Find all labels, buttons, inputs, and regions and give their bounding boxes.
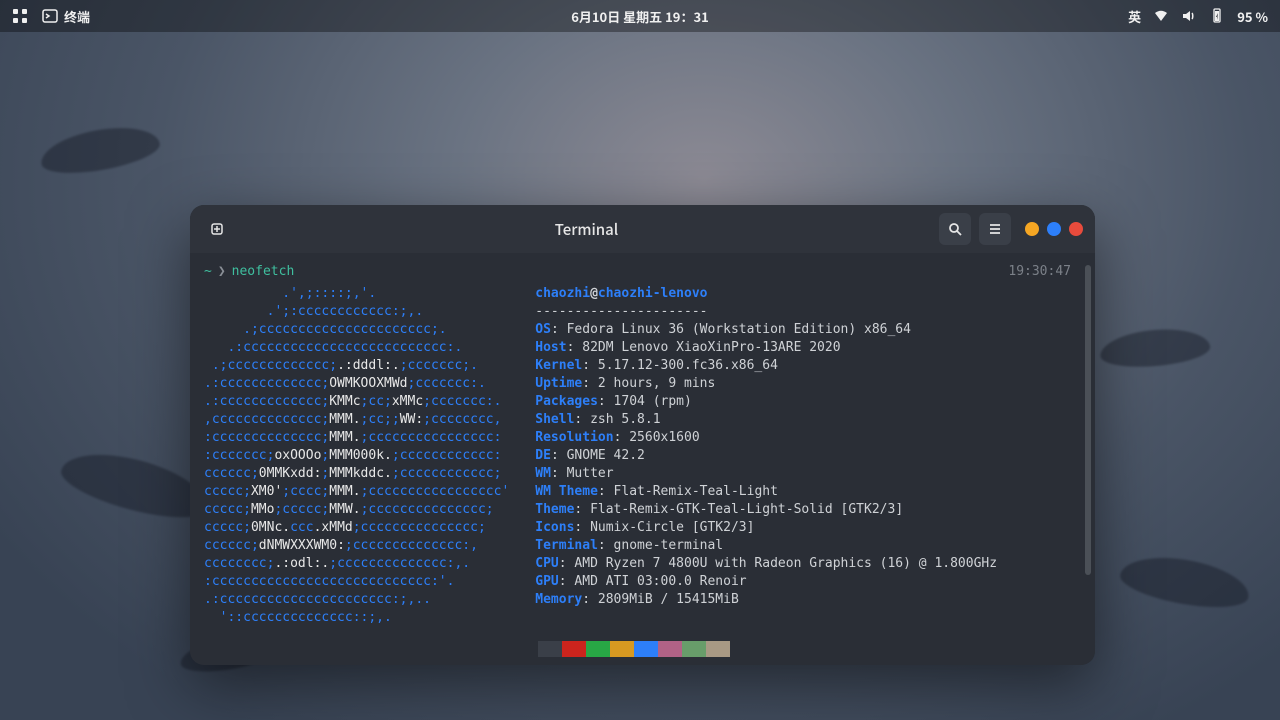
neofetch-user-host: chaozhi@chaozhi-lenovo <box>535 285 997 303</box>
neofetch-row: Packages: 1704 (rpm) <box>535 393 997 411</box>
menu-button[interactable] <box>979 213 1011 245</box>
minimize-button[interactable] <box>1025 222 1039 236</box>
neofetch-row: OS: Fedora Linux 36 (Workstation Edition… <box>535 321 997 339</box>
neofetch-row: WM Theme: Flat-Remix-Teal-Light <box>535 483 997 501</box>
neofetch-row: WM: Mutter <box>535 465 997 483</box>
terminal-window: Terminal ~ ❯ neofetch 19:30:47 .',;::::;… <box>190 205 1095 665</box>
prompt-line: ~ ❯ neofetch <box>204 263 1081 281</box>
wifi-icon[interactable] <box>1153 8 1169 24</box>
neofetch-row: Resolution: 2560x1600 <box>535 429 997 447</box>
prompt-command: neofetch <box>232 263 295 281</box>
color-palette <box>538 641 1081 665</box>
clock[interactable]: 6月10日 星期五 19：31 <box>571 7 709 26</box>
ime-indicator[interactable]: 英 <box>1128 7 1141 26</box>
neofetch-separator: ---------------------- <box>535 303 997 321</box>
new-tab-button[interactable] <box>202 213 234 245</box>
activities-icon[interactable] <box>12 8 28 24</box>
neofetch-row: Uptime: 2 hours, 9 mins <box>535 375 997 393</box>
window-title: Terminal <box>242 219 931 240</box>
neofetch-row: Kernel: 5.17.12-300.fc36.x86_64 <box>535 357 997 375</box>
neofetch-row: Shell: zsh 5.8.1 <box>535 411 997 429</box>
titlebar: Terminal <box>190 205 1095 253</box>
active-app[interactable]: 终端 <box>42 7 90 26</box>
battery-percent: 95 % <box>1237 7 1268 26</box>
neofetch-info: chaozhi@chaozhi-lenovo------------------… <box>535 285 997 627</box>
window-controls <box>1025 222 1083 236</box>
prompt-cwd: ~ <box>204 263 212 281</box>
search-button[interactable] <box>939 213 971 245</box>
prompt-arrow: ❯ <box>218 263 226 281</box>
neofetch-row: CPU: AMD Ryzen 7 4800U with Radeon Graph… <box>535 555 997 573</box>
neofetch-row: Memory: 2809MiB / 15415MiB <box>535 591 997 609</box>
neofetch-row: Terminal: gnome-terminal <box>535 537 997 555</box>
neofetch-ascii: .',;::::;,'. .';:cccccccccccc:;,. .;cccc… <box>204 285 509 627</box>
battery-icon[interactable] <box>1209 8 1225 24</box>
scrollbar[interactable] <box>1085 265 1091 575</box>
prompt-timestamp: 19:30:47 <box>1008 263 1071 281</box>
maximize-button[interactable] <box>1047 222 1061 236</box>
top-bar: 终端 6月10日 星期五 19：31 英 95 % <box>0 0 1280 32</box>
neofetch-row: DE: GNOME 42.2 <box>535 447 997 465</box>
neofetch-row: GPU: AMD ATI 03:00.0 Renoir <box>535 573 997 591</box>
terminal-body[interactable]: ~ ❯ neofetch 19:30:47 .',;::::;,'. .';:c… <box>190 253 1095 665</box>
neofetch-row: Icons: Numix-Circle [GTK2/3] <box>535 519 997 537</box>
volume-icon[interactable] <box>1181 8 1197 24</box>
active-app-name: 终端 <box>64 7 90 26</box>
close-button[interactable] <box>1069 222 1083 236</box>
neofetch-row: Host: 82DM Lenovo XiaoXinPro-13ARE 2020 <box>535 339 997 357</box>
neofetch-row: Theme: Flat-Remix-GTK-Teal-Light-Solid [… <box>535 501 997 519</box>
